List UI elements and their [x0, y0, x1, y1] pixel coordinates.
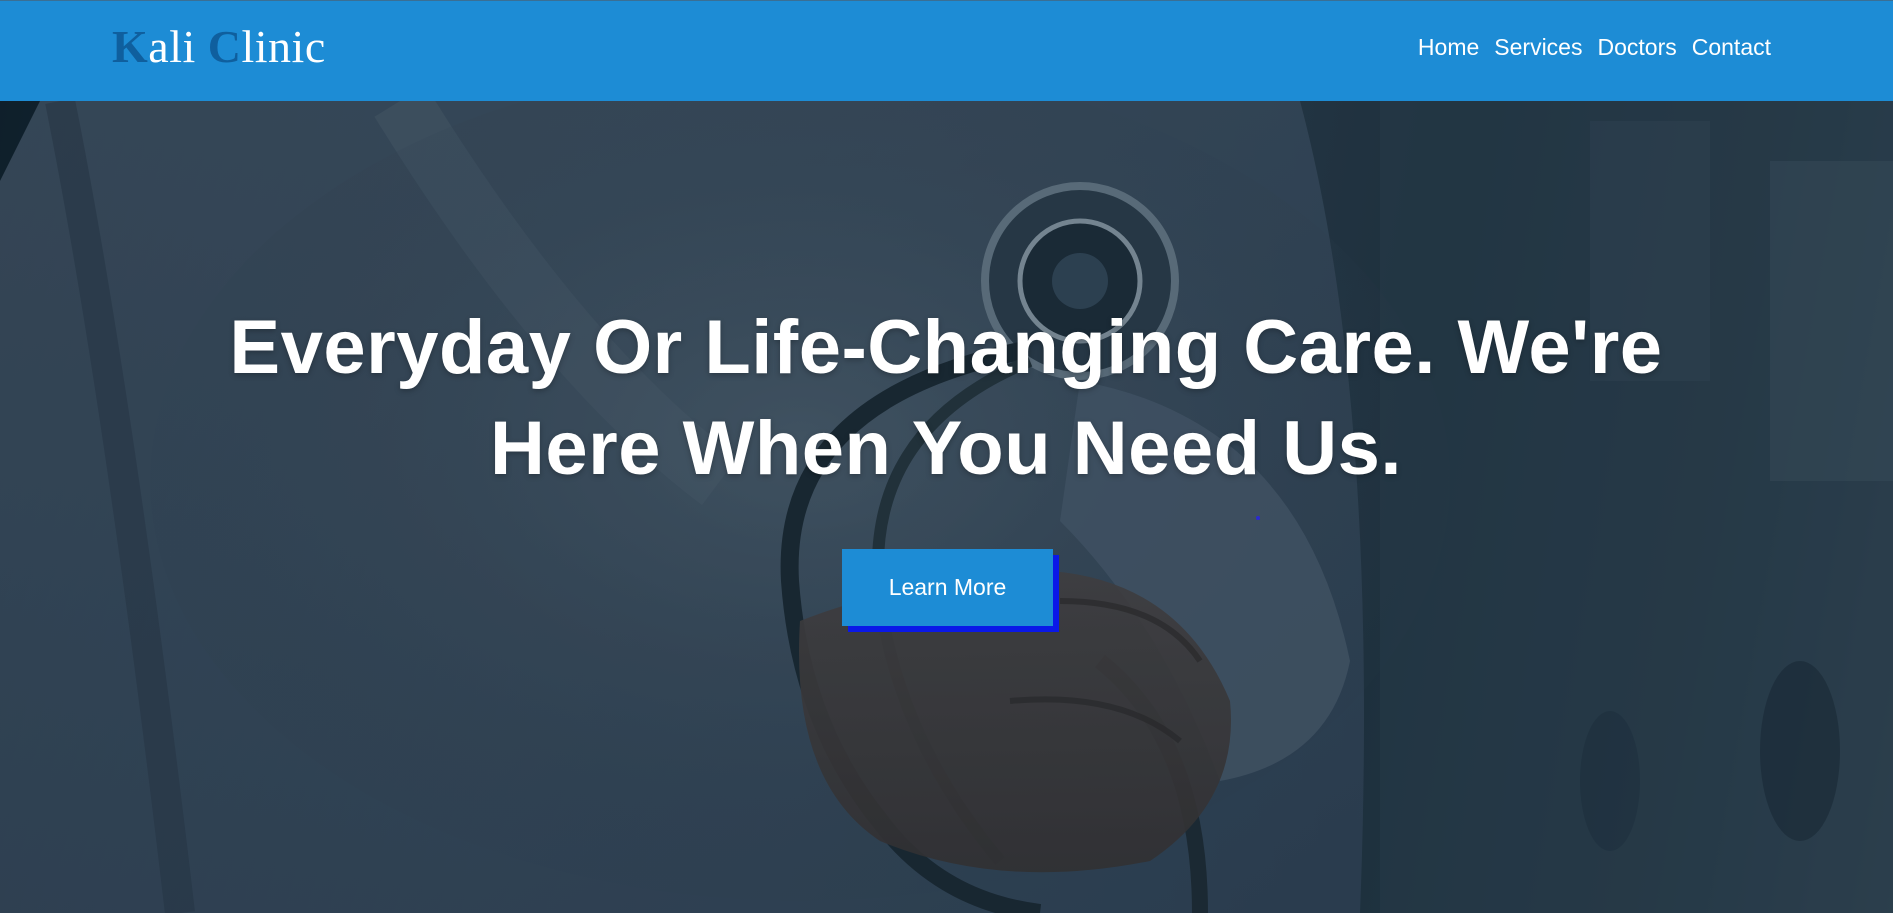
hero-headline-line-1: Everyday Or Life-Changing Care. We're [229, 305, 1663, 390]
logo-text-part-1: ali [148, 21, 196, 72]
hero-overlay [0, 101, 1893, 913]
stray-dot [1256, 516, 1260, 520]
hero-headline: Everyday Or Life-Changing Care. We're He… [146, 297, 1746, 499]
main-nav: Home Services Doctors Contact [1418, 31, 1771, 63]
hero-section: Everyday Or Life-Changing Care. We're He… [0, 101, 1893, 913]
learn-more-button[interactable]: Learn More [842, 549, 1053, 626]
nav-link-home[interactable]: Home [1418, 31, 1479, 63]
top-navbar: Kali Clinic Home Services Doctors Contac… [0, 0, 1893, 101]
nav-link-doctors[interactable]: Doctors [1597, 31, 1676, 63]
nav-link-services[interactable]: Services [1494, 31, 1582, 63]
hero-headline-line-2: Here When You Need Us. [490, 406, 1402, 491]
logo-text-part-2: linic [241, 21, 326, 72]
nav-link-contact[interactable]: Contact [1692, 31, 1771, 63]
logo[interactable]: Kali Clinic [112, 17, 326, 77]
logo-initial-c: C [207, 21, 242, 72]
logo-initial-k: K [112, 21, 149, 72]
